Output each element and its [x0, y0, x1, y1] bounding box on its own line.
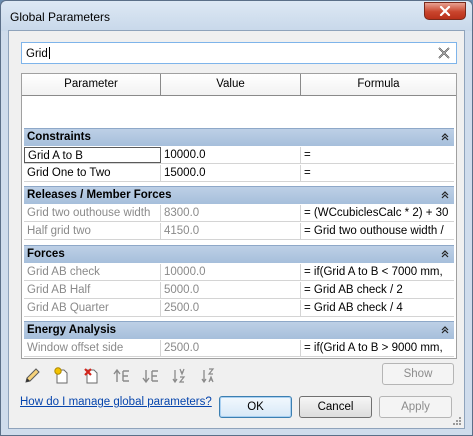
table-row[interactable]: Window offset side 2500.0 = if(Grid A to…	[24, 340, 454, 357]
table-row[interactable]: Grid AB Quarter 2500.0 = Grid AB check /…	[24, 300, 454, 317]
formula-cell[interactable]: = if(Grid A to B < 7000 mm,	[301, 264, 454, 280]
group-constraints[interactable]: Constraints	[24, 128, 454, 146]
table-row[interactable]: Grid A to B 10000.0 =	[24, 147, 454, 164]
apply-button[interactable]: Apply	[379, 396, 452, 418]
parameter-cell[interactable]: Grid AB Half	[24, 282, 161, 298]
group-label: Forces	[27, 248, 65, 260]
parameter-cell[interactable]: Grid two outhouse width	[24, 205, 161, 221]
value-cell[interactable]: 2500.0	[161, 340, 301, 356]
empty-cell	[161, 358, 301, 359]
column-header-value[interactable]: Value	[161, 74, 301, 95]
sort-descending-icon[interactable]	[200, 366, 220, 386]
parameter-cell[interactable]: Grid AB check	[24, 264, 161, 280]
value-cell[interactable]: 15000.0	[161, 165, 301, 181]
collapse-chevron-icon[interactable]	[440, 249, 450, 259]
delete-parameter-icon[interactable]	[82, 366, 102, 386]
collapse-chevron-icon[interactable]	[440, 132, 450, 142]
window-title: Global Parameters	[10, 10, 111, 24]
formula-cell[interactable]: = Grid two outhouse width /	[301, 223, 454, 239]
resize-grip-icon[interactable]	[452, 416, 462, 426]
group-label: Constraints	[27, 131, 91, 143]
table-row[interactable]: Grid AB Half 5000.0 = Grid AB check / 2	[24, 282, 454, 299]
value-cell[interactable]: 4150.0	[161, 223, 301, 239]
table-row[interactable]: Grid One to Two 15000.0 =	[24, 165, 454, 182]
group-releases-member-forces[interactable]: Releases / Member Forces	[24, 186, 454, 204]
global-parameters-window: Global Parameters Grid Parameter Value F…	[0, 0, 473, 436]
search-input[interactable]: Grid	[21, 42, 457, 64]
clear-search-icon[interactable]	[436, 45, 452, 61]
formula-cell[interactable]: = Grid AB check / 4	[301, 300, 454, 316]
collapse-chevron-icon[interactable]	[440, 325, 450, 335]
close-icon	[439, 6, 451, 16]
formula-cell[interactable]: =	[301, 165, 454, 181]
search-input-value: Grid	[26, 48, 48, 60]
formula-cell[interactable]: = (WCcubiclesCalc * 2) + 30	[301, 205, 454, 221]
parameter-cell[interactable]: Grid AB Quarter	[24, 300, 161, 316]
parameter-cell[interactable]: Half grid two	[24, 223, 161, 239]
formula-cell[interactable]: = if(Grid A to B > 9000 mm,	[301, 340, 454, 356]
empty-row	[24, 358, 454, 359]
parameter-cell[interactable]: Window offset side	[24, 340, 161, 356]
table-row[interactable]: Grid two outhouse width 8300.0 = (WCcubi…	[24, 205, 454, 222]
value-cell[interactable]: 10000.0	[161, 264, 301, 280]
sort-ascending-icon[interactable]	[171, 366, 191, 386]
value-cell[interactable]: 8300.0	[161, 205, 301, 221]
title-bar: Global Parameters	[1, 1, 472, 31]
move-down-icon[interactable]	[141, 366, 161, 386]
column-header-formula[interactable]: Formula	[301, 74, 456, 95]
column-header-parameter[interactable]: Parameter	[22, 74, 161, 95]
group-forces[interactable]: Forces	[24, 245, 454, 263]
group-label: Releases / Member Forces	[27, 189, 172, 201]
pencil-icon[interactable]	[22, 366, 42, 386]
group-label: Energy Analysis	[27, 324, 117, 336]
value-cell[interactable]: 10000.0	[161, 147, 301, 163]
move-up-icon[interactable]	[112, 366, 132, 386]
dialog-body: Grid Parameter Value Formula Constraints…	[8, 30, 465, 429]
ok-button[interactable]: OK	[219, 396, 292, 418]
empty-cell	[301, 358, 454, 359]
table-header: Parameter Value Formula	[22, 74, 456, 96]
text-caret	[48, 47, 50, 59]
table-row[interactable]: Grid AB check 10000.0 = if(Grid A to B <…	[24, 264, 454, 281]
collapse-chevron-icon[interactable]	[440, 190, 450, 200]
parameter-cell[interactable]: Grid A to B	[24, 147, 161, 163]
new-parameter-icon[interactable]	[52, 366, 72, 386]
group-energy-analysis[interactable]: Energy Analysis	[24, 321, 454, 339]
table-row[interactable]: Half grid two 4150.0 = Grid two outhouse…	[24, 223, 454, 240]
formula-cell[interactable]: =	[301, 147, 454, 163]
parameters-table: Parameter Value Formula Constraints Grid…	[21, 73, 457, 359]
show-button[interactable]: Show	[382, 363, 454, 385]
value-cell[interactable]: 5000.0	[161, 282, 301, 298]
empty-cell	[24, 358, 161, 359]
close-button[interactable]	[424, 2, 466, 20]
help-link[interactable]: How do I manage global parameters?	[20, 396, 212, 408]
parameter-cell[interactable]: Grid One to Two	[24, 165, 161, 181]
value-cell[interactable]: 2500.0	[161, 300, 301, 316]
formula-cell[interactable]: = Grid AB check / 2	[301, 282, 454, 298]
cancel-button[interactable]: Cancel	[299, 396, 372, 418]
